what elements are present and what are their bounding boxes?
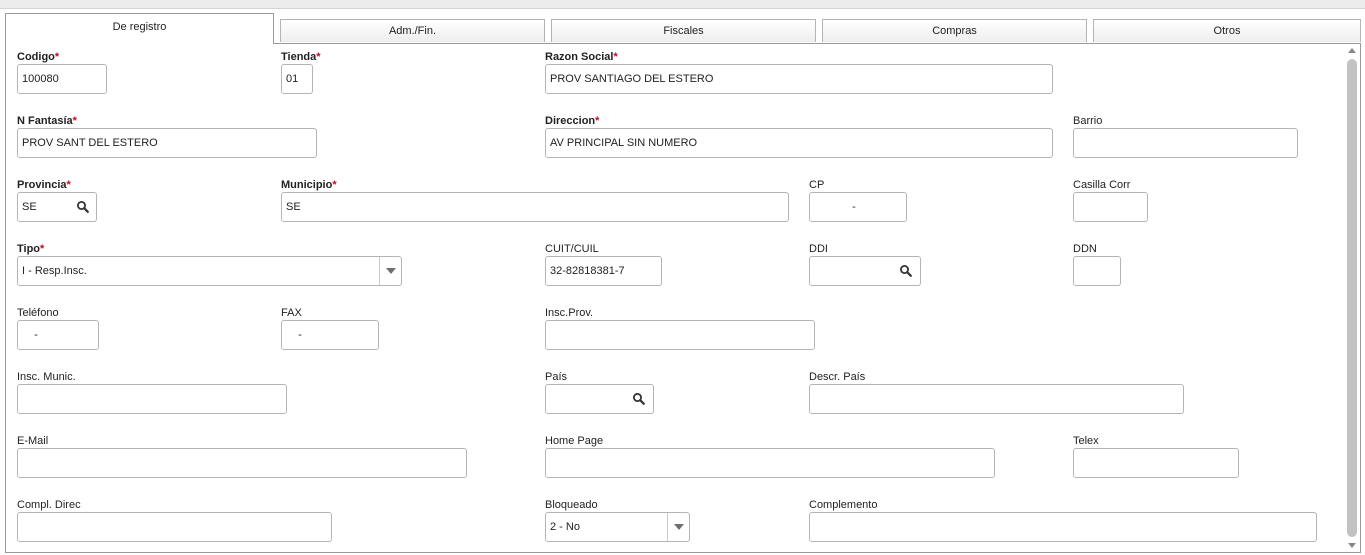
fax-label: FAX bbox=[281, 307, 302, 319]
barrio-label: Barrio bbox=[1073, 115, 1103, 127]
n-fantasia-field[interactable]: PROV SANT DEL ESTERO bbox=[17, 128, 317, 158]
provincia-value: SE bbox=[22, 201, 37, 213]
top-strip bbox=[0, 0, 1365, 9]
municipio-label: Municipio* bbox=[281, 179, 337, 191]
tab-compras[interactable]: Compras bbox=[822, 19, 1087, 42]
barrio-field[interactable] bbox=[1073, 128, 1298, 158]
bloqueado-value: 2 - No bbox=[550, 521, 580, 533]
descr-pais-field[interactable] bbox=[809, 384, 1184, 414]
scroll-down-arrow-icon[interactable] bbox=[1348, 543, 1356, 548]
search-icon[interactable] bbox=[631, 391, 647, 407]
pais-field[interactable] bbox=[545, 384, 654, 414]
tienda-field[interactable]: 01 bbox=[281, 64, 313, 94]
scroll-thumb[interactable] bbox=[1347, 59, 1357, 537]
razon-social-field[interactable]: PROV SANTIAGO DEL ESTERO bbox=[545, 64, 1053, 94]
telex-field[interactable] bbox=[1073, 448, 1239, 478]
municipio-field[interactable]: SE bbox=[281, 192, 789, 222]
bloqueado-label: Bloqueado bbox=[545, 499, 598, 511]
cuit-cuil-field[interactable]: 32-82818381-7 bbox=[545, 256, 662, 286]
tipo-value: I - Resp.Insc. bbox=[22, 265, 87, 277]
telefono-field[interactable]: - bbox=[17, 320, 99, 350]
home-page-label: Home Page bbox=[545, 435, 604, 447]
scroll-up-arrow-icon[interactable] bbox=[1348, 48, 1356, 53]
ddi-label: DDI bbox=[809, 243, 828, 255]
direccion-field[interactable]: AV PRINCIPAL SIN NUMERO bbox=[545, 128, 1053, 158]
email-field[interactable] bbox=[17, 448, 467, 478]
razon-social-label: Razon Social* bbox=[545, 51, 618, 63]
tab-otros[interactable]: Otros bbox=[1093, 19, 1361, 42]
insc-munic-label: Insc. Munic. bbox=[17, 371, 76, 383]
compl-direc-label: Compl. Direc bbox=[17, 499, 81, 511]
cuit-cuil-label: CUIT/CUIL bbox=[545, 243, 599, 255]
fax-field[interactable]: - bbox=[281, 320, 379, 350]
telex-label: Telex bbox=[1073, 435, 1099, 447]
n-fantasia-label: N Fantasía* bbox=[17, 115, 77, 127]
tipo-label: Tipo* bbox=[17, 243, 45, 255]
vertical-scrollbar[interactable] bbox=[1345, 44, 1359, 552]
chevron-down-icon[interactable] bbox=[667, 513, 689, 541]
complemento-field[interactable] bbox=[809, 512, 1317, 542]
insc-prov-field[interactable] bbox=[545, 320, 815, 350]
insc-prov-label: Insc.Prov. bbox=[545, 307, 594, 319]
insc-munic-field[interactable] bbox=[17, 384, 287, 414]
ddn-label: DDN bbox=[1073, 243, 1097, 255]
ddn-field[interactable] bbox=[1073, 256, 1121, 286]
tipo-select[interactable]: I - Resp.Insc. bbox=[17, 256, 402, 286]
codigo-field[interactable]: 100080 bbox=[17, 64, 107, 94]
direccion-label: Direccion* bbox=[545, 115, 600, 127]
tab-de-registro[interactable]: De registro bbox=[5, 13, 274, 44]
bloqueado-select[interactable]: 2 - No bbox=[545, 512, 690, 542]
tienda-label: Tienda* bbox=[281, 51, 321, 63]
casilla-corr-label: Casilla Corr bbox=[1073, 179, 1131, 191]
search-icon[interactable] bbox=[898, 263, 914, 279]
cp-label: CP bbox=[809, 179, 825, 191]
compl-direc-field[interactable] bbox=[17, 512, 332, 542]
casilla-corr-field[interactable] bbox=[1073, 192, 1148, 222]
home-page-field[interactable] bbox=[545, 448, 995, 478]
pais-label: País bbox=[545, 371, 568, 383]
telefono-label: Teléfono bbox=[17, 307, 59, 319]
cp-field[interactable]: - bbox=[809, 192, 907, 222]
provincia-label: Provincia* bbox=[17, 179, 71, 191]
chevron-down-icon[interactable] bbox=[379, 257, 401, 285]
descr-pais-label: Descr. País bbox=[809, 371, 866, 383]
complemento-label: Complemento bbox=[809, 499, 878, 511]
tab-adm-fin[interactable]: Adm./Fin. bbox=[280, 19, 545, 42]
tab-fiscales[interactable]: Fiscales bbox=[551, 19, 816, 42]
provincia-field[interactable]: SE bbox=[17, 192, 97, 222]
email-label: E-Mail bbox=[17, 435, 49, 447]
tab-bar: De registro Adm./Fin. Fiscales Compras O… bbox=[0, 10, 1365, 44]
codigo-label: Codigo* bbox=[17, 51, 60, 63]
search-icon[interactable] bbox=[75, 199, 91, 215]
ddi-field[interactable] bbox=[809, 256, 921, 286]
